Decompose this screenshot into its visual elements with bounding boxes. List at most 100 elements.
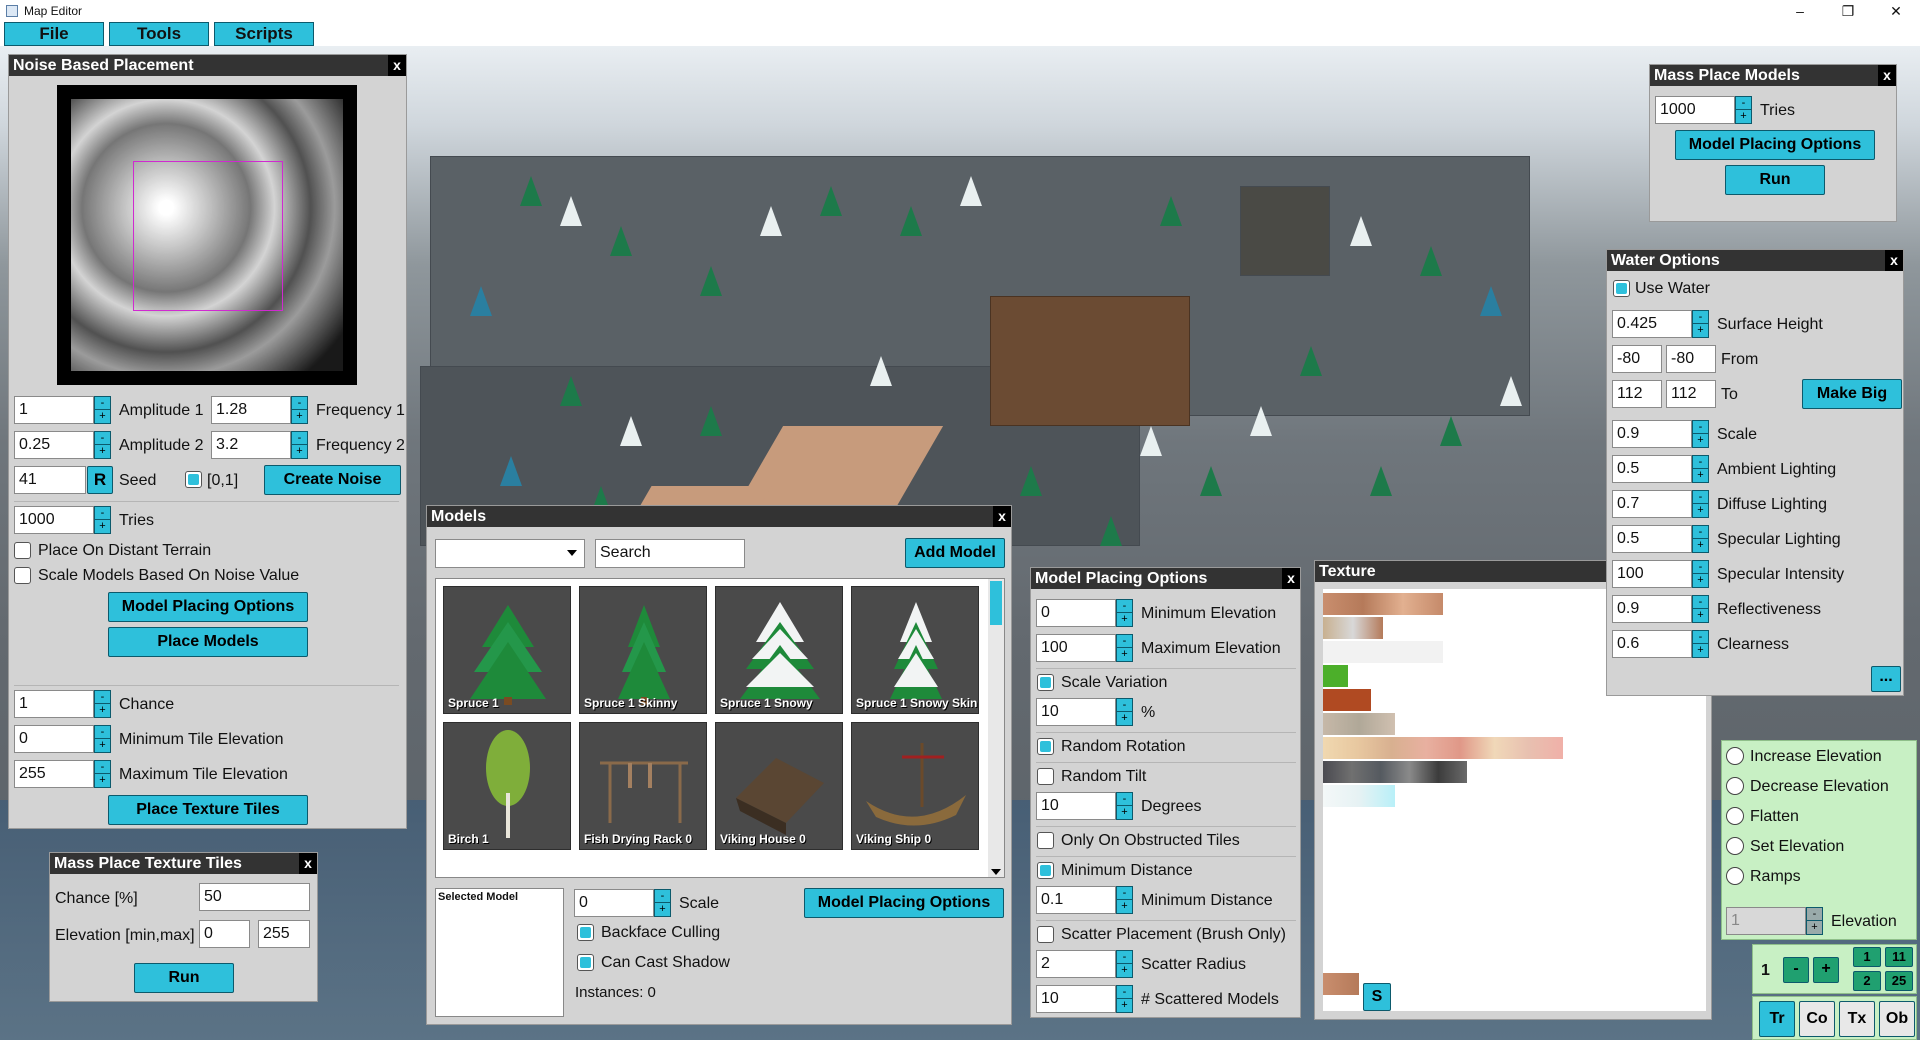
brush-size-25-button[interactable]: 25 — [1885, 971, 1913, 991]
texture-swatch[interactable] — [1323, 713, 1395, 735]
amplitude1-stepper[interactable]: - + — [94, 396, 111, 424]
ramps-radio[interactable] — [1726, 867, 1744, 885]
chance-stepper[interactable]: - + — [94, 690, 111, 718]
random-rotation-checkbox[interactable] — [1037, 738, 1054, 755]
scale-variation-checkbox[interactable] — [1037, 674, 1054, 691]
menu-tools[interactable]: Tools — [109, 22, 209, 46]
scatter-checkbox[interactable] — [1037, 926, 1054, 943]
min-elevation-stepper[interactable]: - + — [1116, 599, 1133, 627]
diffuse-stepper[interactable]: - + — [1692, 490, 1709, 518]
random-seed-button[interactable]: R — [87, 466, 113, 494]
cast-shadow-checkbox[interactable] — [577, 954, 594, 971]
max-elevation-stepper[interactable]: - + — [1116, 634, 1133, 662]
scale-variation-field[interactable]: 10 — [1036, 698, 1116, 726]
backface-culling-checkbox[interactable] — [577, 924, 594, 941]
decrease-elevation-radio[interactable] — [1726, 777, 1744, 795]
to-y-field[interactable]: 112 — [1666, 380, 1716, 408]
add-model-button[interactable]: Add Model — [905, 538, 1005, 568]
from-y-field[interactable]: -80 — [1666, 345, 1716, 373]
place-texture-tiles-button[interactable]: Place Texture Tiles — [108, 795, 308, 825]
chevron-down-icon[interactable] — [567, 550, 577, 556]
model-scale-field[interactable]: 0 — [574, 889, 654, 917]
brush-size-2-button[interactable]: 2 — [1853, 971, 1881, 991]
tab-texture[interactable]: Tx — [1839, 1001, 1875, 1037]
close-icon[interactable]: ✕ — [1872, 0, 1920, 22]
clearness-stepper[interactable]: - + — [1692, 630, 1709, 658]
mass-models-tries-stepper[interactable]: - + — [1735, 96, 1752, 124]
min-tile-elev-field[interactable]: 0 — [14, 725, 94, 753]
model-thumb[interactable]: Fish Drying Rack 0 — [579, 722, 707, 850]
water-scale-stepper[interactable]: - + — [1692, 420, 1709, 448]
ambient-stepper[interactable]: - + — [1692, 455, 1709, 483]
model-thumb[interactable]: Spruce 1 Snowy — [715, 586, 843, 714]
scattered-models-stepper[interactable]: - + — [1116, 985, 1133, 1013]
scatter-radius-stepper[interactable]: - + — [1116, 950, 1133, 978]
model-search-input[interactable]: Search — [595, 539, 745, 568]
max-tile-elev-stepper[interactable]: - + — [94, 760, 111, 788]
amplitude2-stepper[interactable]: - + — [94, 431, 111, 459]
menu-file[interactable]: File — [4, 22, 104, 46]
water-close-button[interactable]: x — [1885, 250, 1903, 271]
mass-texture-elev-min-field[interactable]: 0 — [199, 920, 250, 948]
ambient-field[interactable]: 0.5 — [1612, 455, 1692, 483]
restore-icon[interactable]: ❐ — [1824, 0, 1872, 22]
models-close-button[interactable]: x — [993, 506, 1011, 527]
brush-minus-button[interactable]: - — [1783, 957, 1809, 983]
water-more-button[interactable]: ... — [1871, 666, 1901, 692]
tilt-degrees-field[interactable]: 10 — [1036, 792, 1116, 820]
noise-preview[interactable] — [57, 85, 357, 385]
min-tile-elev-stepper[interactable]: - + — [94, 725, 111, 753]
model-category-select[interactable] — [435, 539, 585, 568]
mass-texture-elev-max-field[interactable]: 255 — [258, 920, 310, 948]
water-scale-field[interactable]: 0.9 — [1612, 420, 1692, 448]
reflectiveness-field[interactable]: 0.9 — [1612, 595, 1692, 623]
tab-objects[interactable]: Ob — [1879, 1001, 1915, 1037]
seed-field[interactable]: 41 — [14, 466, 86, 494]
scale-by-noise-checkbox[interactable] — [14, 567, 31, 584]
noise-close-button[interactable]: x — [388, 55, 406, 76]
brush-plus-button[interactable]: + — [1813, 957, 1839, 983]
min-distance-field[interactable]: 0.1 — [1036, 886, 1116, 914]
spec-intensity-stepper[interactable]: - + — [1692, 560, 1709, 588]
scattered-models-field[interactable]: 10 — [1036, 985, 1116, 1013]
brush-size-1-button[interactable]: 1 — [1853, 947, 1881, 967]
reflectiveness-stepper[interactable]: - + — [1692, 595, 1709, 623]
models-placing-options-button[interactable]: Model Placing Options — [804, 888, 1004, 918]
model-thumb[interactable]: Spruce 1 Skinny — [579, 586, 707, 714]
minimize-icon[interactable]: – — [1776, 0, 1824, 22]
menu-scripts[interactable]: Scripts — [214, 22, 314, 46]
make-big-button[interactable]: Make Big — [1802, 379, 1902, 409]
elevation-field[interactable]: 1 — [1726, 907, 1806, 935]
flatten-radio[interactable] — [1726, 807, 1744, 825]
amplitude2-field[interactable]: 0.25 — [14, 431, 94, 459]
increase-elevation-radio[interactable] — [1726, 747, 1744, 765]
noise-tries-stepper[interactable]: - + — [94, 506, 111, 534]
tilt-degrees-stepper[interactable]: - + — [1116, 792, 1133, 820]
set-elevation-radio[interactable] — [1726, 837, 1744, 855]
mass-models-close-button[interactable]: x — [1878, 65, 1896, 86]
obstructed-checkbox[interactable] — [1037, 832, 1054, 849]
selection-rect[interactable] — [133, 161, 283, 311]
mass-models-placing-options-button[interactable]: Model Placing Options — [1675, 130, 1875, 160]
texture-swatch[interactable] — [1323, 593, 1443, 615]
max-tile-elev-field[interactable]: 255 — [14, 760, 94, 788]
model-scale-stepper[interactable]: - + — [654, 889, 671, 917]
texture-swatch[interactable] — [1323, 641, 1443, 663]
texture-swatch[interactable] — [1323, 665, 1348, 687]
specular-field[interactable]: 0.5 — [1612, 525, 1692, 553]
frequency1-stepper[interactable]: - + — [291, 396, 308, 424]
noise-model-placing-options-button[interactable]: Model Placing Options — [108, 592, 308, 622]
tab-color[interactable]: Co — [1799, 1001, 1835, 1037]
clearness-field[interactable]: 0.6 — [1612, 630, 1692, 658]
specular-stepper[interactable]: - + — [1692, 525, 1709, 553]
model-grid-scrollbar[interactable] — [988, 579, 1004, 877]
texture-swatch[interactable] — [1323, 761, 1467, 783]
texture-swatch[interactable] — [1323, 973, 1359, 995]
random-tilt-checkbox[interactable] — [1037, 768, 1054, 785]
scale-variation-stepper[interactable]: - + — [1116, 698, 1133, 726]
use-water-checkbox[interactable] — [1613, 280, 1630, 297]
placing-close-button[interactable]: x — [1282, 568, 1300, 589]
mass-texture-chance-field[interactable]: 50 — [199, 883, 310, 911]
to-x-field[interactable]: 112 — [1612, 380, 1662, 408]
texture-s-button[interactable]: S — [1363, 983, 1391, 1011]
